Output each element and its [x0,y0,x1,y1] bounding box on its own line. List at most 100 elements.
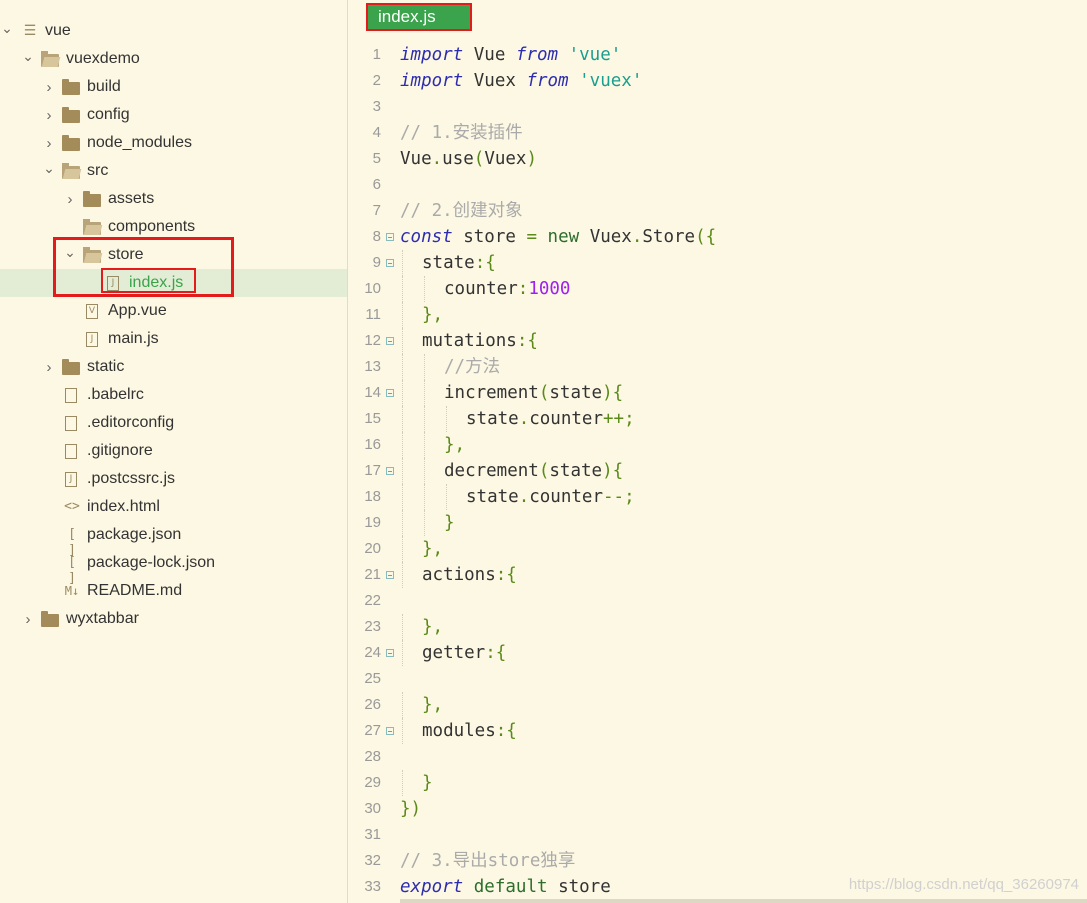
fold-toggle-icon[interactable] [386,571,394,579]
code-line[interactable]: 29} [349,770,1087,796]
code-line[interactable]: 21 actions:{ [349,562,1087,588]
code-line[interactable]: 1 import Vue from 'vue' [349,42,1087,68]
fold-toggle-icon[interactable] [386,337,394,345]
code-line[interactable]: 6 [349,172,1087,198]
line-number: 3 [372,98,381,115]
tree-item-index-js[interactable]: Jindex.js [0,269,347,297]
code-token: 1000 [528,279,571,299]
tree-item-babelrc[interactable]: .babelrc [0,381,347,409]
fold-toggle-icon[interactable] [386,649,394,657]
tree-item-postcssrc-js[interactable]: J .postcssrc.js [0,465,347,493]
tree-item-package-json[interactable]: [ ] package.json [0,521,347,558]
tree-item-wyxtabbar[interactable]: › wyxtabbar [0,605,347,633]
fold-toggle-icon[interactable] [386,389,394,397]
code-line[interactable]: 22 [349,588,1087,614]
code-line[interactable]: 13 //方法 [349,354,1087,380]
tree-item-readme-md[interactable]: M↓ README.md [0,577,347,605]
tree-item-static[interactable]: › static [0,353,347,381]
code-line[interactable]: 28 [349,744,1087,770]
chevron-down-icon[interactable]: ⌄ [21,48,35,64]
chevron-right-icon[interactable]: › [21,611,35,628]
tree-item-src[interactable]: ⌄ src [0,157,347,185]
fold-toggle-icon[interactable] [386,259,394,267]
editor-tab-index-js[interactable]: index.js [366,3,472,31]
code-line[interactable]: 8 const store = new Vuex.Store({ [349,224,1087,250]
chevron-down-icon[interactable]: ⌄ [63,244,77,260]
tree-item-build[interactable]: › build [0,73,347,101]
code-content: increment(state){ [444,380,623,406]
code-token: mutations [422,331,517,351]
chevron-down-icon[interactable]: ⌄ [42,160,56,176]
line-number: 13 [364,358,381,375]
tree-item-label: node_modules [87,134,192,151]
code-line[interactable]: 15 state.counter++; [349,406,1087,432]
code-token: = [526,227,537,247]
tree-item-package-lock-json[interactable]: [ ] package-lock.json [0,549,347,586]
code-line[interactable]: 30}) [349,796,1087,822]
code-token: state [466,487,519,507]
tree-item-components[interactable]: components [0,213,347,241]
code-token: state [466,409,519,429]
tree-item-config[interactable]: › config [0,101,347,129]
code-content: // 1.安装插件 [400,120,523,146]
code-content: counter:1000 [444,276,570,302]
fold-toggle-icon[interactable] [386,233,394,241]
fold-toggle-icon[interactable] [386,467,394,475]
code-line[interactable]: 27 modules:{ [349,718,1087,744]
tree-item-node-modules[interactable]: › node_modules [0,129,347,157]
tree-item-gitignore[interactable]: .gitignore [0,437,347,465]
code-line[interactable]: 32 // 3.导出store独享 [349,848,1087,874]
tree-item-label: config [87,106,130,123]
code-token: const [400,227,453,247]
code-line[interactable]: 31 [349,822,1087,848]
code-line[interactable]: 24 getter:{ [349,640,1087,666]
code-line[interactable]: 3 [349,94,1087,120]
indent-guide [424,432,425,458]
code-line[interactable]: 18 state.counter--; [349,484,1087,510]
tree-item-vuexdemo[interactable]: ⌄ vuexdemo [0,45,347,73]
code-content: state.counter++; [466,406,635,432]
line-number: 1 [372,46,381,63]
code-line[interactable]: 16}, [349,432,1087,458]
tree-item-vue[interactable]: ⌄ ☰ vue [0,17,347,45]
code-content: }, [422,536,443,562]
indent-guide [402,640,403,666]
line-number: 4 [372,124,381,141]
code-token: }, [422,695,444,715]
code-line[interactable]: 26}, [349,692,1087,718]
code-line[interactable]: 20}, [349,536,1087,562]
chevron-right-icon[interactable]: › [42,107,56,124]
code-line[interactable]: 23}, [349,614,1087,640]
code-editor[interactable]: 1 import Vue from 'vue' 2 import Vuex from … [349,40,1087,903]
code-line[interactable]: 14 increment(state){ [349,380,1087,406]
tree-item-editorconfig[interactable]: .editorconfig [0,409,347,437]
tree-item-main-js[interactable]: Jmain.js [0,325,347,353]
code-line[interactable]: 9 state:{ [349,250,1087,276]
code-line[interactable]: 17 decrement(state){ [349,458,1087,484]
editor-bottom-scrollbar[interactable] [400,899,1087,903]
code-line[interactable]: 10 counter:1000 [349,276,1087,302]
code-line[interactable]: 7 // 2.创建对象 [349,198,1087,224]
tree-item-label: package.json [87,526,182,543]
code-line[interactable]: 2 import Vuex from 'vuex' [349,68,1087,94]
code-content: export default store [400,874,611,900]
tree-item-assets[interactable]: › assets [0,185,347,213]
tree-item-app-vue[interactable]: V App.vue [0,297,347,325]
code-line[interactable]: 4 // 1.安装插件 [349,120,1087,146]
tree-item-index-html[interactable]: <> index.html [0,493,347,521]
code-token: store [452,227,527,247]
code-line[interactable]: 25 [349,666,1087,692]
tree-item-store[interactable]: ⌄ store [0,241,347,269]
chevron-right-icon[interactable]: › [42,79,56,96]
code-token: getter [422,643,486,663]
fold-toggle-icon[interactable] [386,727,394,735]
chevron-right-icon[interactable]: › [42,135,56,152]
chevron-right-icon[interactable]: › [42,359,56,376]
code-line[interactable]: 11}, [349,302,1087,328]
code-line[interactable]: 12 mutations:{ [349,328,1087,354]
code-line[interactable]: 19} [349,510,1087,536]
chevron-down-icon[interactable]: ⌄ [0,20,14,36]
chevron-right-icon[interactable]: › [63,191,77,208]
code-line[interactable]: 5 Vue.use(Vuex) [349,146,1087,172]
